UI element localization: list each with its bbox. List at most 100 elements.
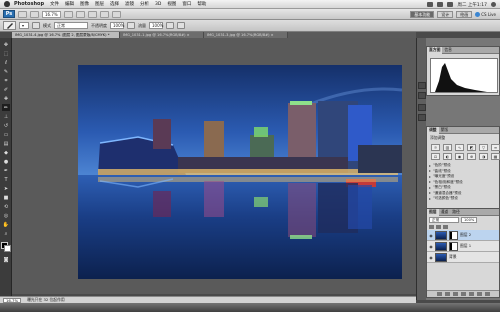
brush-tool-icon[interactable]: ✏ <box>2 104 10 111</box>
cs-live-button[interactable]: CS Live <box>475 12 496 17</box>
menu-image[interactable]: 图像 <box>80 1 89 7</box>
type-icon[interactable]: T <box>2 176 10 183</box>
menu-file[interactable]: 文件 <box>50 1 59 7</box>
hand-tool-button[interactable] <box>63 10 73 18</box>
pressure-opacity-button[interactable] <box>127 22 135 29</box>
marquee-icon[interactable]: ⬚ <box>2 50 10 57</box>
hand-icon[interactable]: ✋ <box>2 221 10 228</box>
menu-3d[interactable]: 3D <box>155 2 161 7</box>
lock-position-icon[interactable] <box>436 225 441 229</box>
vibrance-icon[interactable]: ▽ <box>479 144 488 151</box>
eyedropper-icon[interactable]: ✐ <box>2 86 10 93</box>
pressure-size-button[interactable] <box>177 22 185 29</box>
eraser-icon[interactable]: ▭ <box>2 131 10 138</box>
blur-icon[interactable]: ◆ <box>2 149 10 156</box>
tab-info[interactable]: 信息 <box>442 47 454 54</box>
eye-icon[interactable]: ◉ <box>428 254 434 260</box>
zoom-tool-button[interactable] <box>75 10 85 18</box>
tool-preset-picker[interactable] <box>3 21 16 30</box>
app-menu[interactable]: Photoshop <box>14 1 44 7</box>
lasso-icon[interactable]: ℓ <box>2 59 10 66</box>
bridge-button[interactable] <box>18 10 27 18</box>
menu-analysis[interactable]: 分析 <box>140 1 149 7</box>
3d-orbit-icon[interactable]: ◎ <box>2 212 10 219</box>
layer-opacity-field[interactable]: 100% <box>461 217 477 223</box>
trash-icon[interactable] <box>484 292 490 296</box>
quick-select-icon[interactable]: ✎ <box>2 68 10 75</box>
tab-histogram[interactable]: 直方图 <box>427 46 443 54</box>
menu-view[interactable]: 视图 <box>167 1 176 7</box>
mini-bridge-button[interactable] <box>30 10 39 18</box>
spotlight-icon[interactable] <box>491 2 496 7</box>
pen-icon[interactable]: ✒ <box>2 167 10 174</box>
layer-mask-thumbnail[interactable] <box>449 241 458 251</box>
workspace-essentials[interactable]: 基本功能 <box>410 11 435 18</box>
eye-icon[interactable]: ◉ <box>428 243 434 249</box>
invert-icon[interactable]: ◑ <box>479 153 488 160</box>
path-select-icon[interactable]: ➤ <box>2 185 10 192</box>
crop-icon[interactable]: ⌗ <box>2 77 10 84</box>
tab-adjustments[interactable]: 调整 <box>427 126 439 134</box>
brush-panel-toggle[interactable] <box>32 22 40 29</box>
arrange-documents-button[interactable] <box>99 10 109 18</box>
link-layers-icon[interactable] <box>436 292 442 296</box>
workspace-design[interactable]: 设计 <box>437 11 454 18</box>
workspace-painting[interactable]: 绘画 <box>456 11 473 18</box>
battery-icon[interactable] <box>447 2 454 7</box>
layer-row[interactable]: ◉ 图层 1 <box>427 241 499 252</box>
move-icon[interactable]: ✥ <box>2 41 10 48</box>
menu-select[interactable]: 选择 <box>110 1 119 7</box>
layer-row[interactable]: ◉ 背景 <box>427 252 499 263</box>
gradient-icon[interactable]: ▤ <box>2 140 10 147</box>
opacity-field[interactable]: 100% <box>110 22 124 29</box>
canvas-area[interactable] <box>12 38 416 294</box>
new-group-icon[interactable] <box>468 292 474 296</box>
menu-layer[interactable]: 图层 <box>95 1 104 7</box>
layer-row[interactable]: ◉ 图层 2 <box>427 230 499 241</box>
history-panel-icon[interactable] <box>418 82 426 89</box>
new-adjustment-icon[interactable] <box>460 292 466 296</box>
add-mask-icon[interactable] <box>452 292 458 296</box>
menu-edit[interactable]: 编辑 <box>65 1 74 7</box>
lock-icon[interactable] <box>429 225 434 229</box>
menu-filter[interactable]: 滤镜 <box>125 1 134 7</box>
brightness-icon[interactable]: ☼ <box>431 144 440 151</box>
background-color-swatch[interactable] <box>4 245 11 252</box>
airbrush-button[interactable] <box>166 22 174 29</box>
layer-style-icon[interactable] <box>444 292 450 296</box>
tab-masks[interactable]: 蒙版 <box>439 127 451 134</box>
3d-rotate-icon[interactable]: ⟲ <box>2 203 10 210</box>
apple-icon[interactable] <box>4 1 10 7</box>
mode-select[interactable]: 正常 <box>54 22 88 29</box>
black-white-icon[interactable]: ◐ <box>443 153 452 160</box>
tab-paths[interactable]: 路径 <box>450 209 462 216</box>
tab-layers[interactable]: 图层 <box>427 208 439 216</box>
menu-window[interactable]: 窗口 <box>182 1 191 7</box>
eye-icon[interactable]: ◉ <box>428 232 434 238</box>
brush-panel-icon[interactable] <box>418 104 426 111</box>
menu-help[interactable]: 帮助 <box>197 1 206 7</box>
posterize-icon[interactable]: ▦ <box>491 153 500 160</box>
status-zoom-field[interactable]: 16.7% <box>3 297 22 303</box>
flow-field[interactable]: 100% <box>149 22 163 29</box>
actions-panel-icon[interactable] <box>418 92 426 99</box>
quick-mask-icon[interactable]: ◙ <box>2 256 10 263</box>
volume-icon[interactable] <box>437 2 444 7</box>
curves-icon[interactable]: ∿ <box>455 144 464 151</box>
brush-size-field[interactable]: ▾ <box>19 22 29 29</box>
clone-source-panel-icon[interactable] <box>418 114 426 121</box>
layer-mask-thumbnail[interactable] <box>449 230 458 240</box>
history-brush-icon[interactable]: ↺ <box>2 122 10 129</box>
tab-channels[interactable]: 通道 <box>439 209 451 216</box>
blend-mode-select[interactable]: 正常 <box>429 217 459 223</box>
channel-mixer-icon[interactable]: ⊕ <box>467 153 476 160</box>
levels-icon[interactable]: ▥ <box>443 144 452 151</box>
zoom-icon[interactable]: ⌕ <box>2 230 10 237</box>
screen-mode-button[interactable] <box>111 10 121 18</box>
zoom-level-field[interactable]: 16.7% <box>42 10 61 18</box>
lock-all-icon[interactable] <box>443 225 448 229</box>
photo-filter-icon[interactable]: ◉ <box>455 153 464 160</box>
new-layer-icon[interactable] <box>476 292 482 296</box>
wifi-icon[interactable] <box>427 2 434 7</box>
color-balance-icon[interactable]: ⚖ <box>431 153 440 160</box>
